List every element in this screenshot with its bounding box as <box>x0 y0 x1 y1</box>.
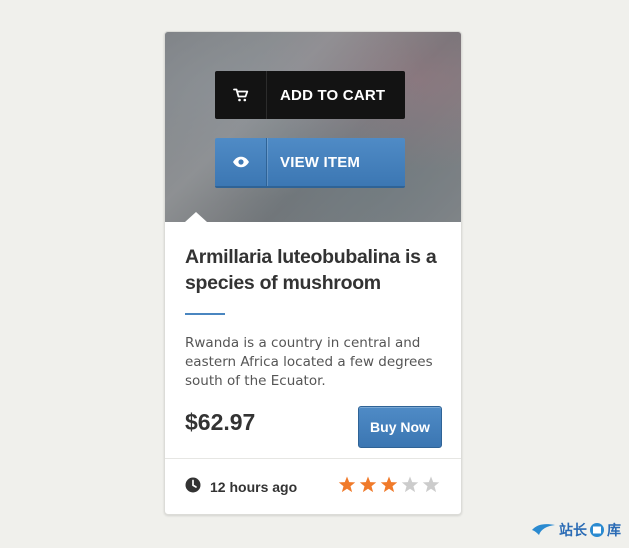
star-icon[interactable] <box>380 476 398 493</box>
product-title: Armillaria luteobubalina is a species of… <box>185 246 437 294</box>
view-item-button[interactable]: VIEW ITEM <box>215 138 405 188</box>
rating-stars[interactable] <box>338 476 440 493</box>
product-card: ADD TO CART VIEW ITEM Armillaria luteobu… <box>164 31 462 515</box>
view-item-label: VIEW ITEM <box>280 153 361 171</box>
watermark-logo: 站长 库 <box>531 520 621 540</box>
posted-time-label: 12 hours ago <box>210 478 298 495</box>
posted-time: 12 hours ago <box>185 477 297 496</box>
image-notch <box>185 212 207 222</box>
star-icon[interactable] <box>401 476 419 493</box>
watermark-text-2: 库 <box>607 522 621 538</box>
watermark-badge-icon <box>590 523 604 537</box>
eye-icon <box>215 138 267 186</box>
clock-icon <box>185 477 201 496</box>
star-icon[interactable] <box>422 476 440 493</box>
title-divider <box>185 313 225 315</box>
cart-icon <box>215 71 267 119</box>
product-price: $62.97 <box>185 409 256 435</box>
footer-divider <box>165 458 461 459</box>
star-icon[interactable] <box>338 476 356 493</box>
watermark-swoosh-icon <box>532 524 555 535</box>
add-to-cart-label: ADD TO CART <box>280 86 386 104</box>
add-to-cart-button[interactable]: ADD TO CART <box>215 71 405 119</box>
star-icon[interactable] <box>359 476 377 493</box>
watermark-text: 站长 <box>559 522 587 538</box>
product-image[interactable] <box>165 32 461 222</box>
buy-now-button[interactable]: Buy Now <box>358 406 442 448</box>
product-description: Rwanda is a country in central and easte… <box>185 335 433 389</box>
